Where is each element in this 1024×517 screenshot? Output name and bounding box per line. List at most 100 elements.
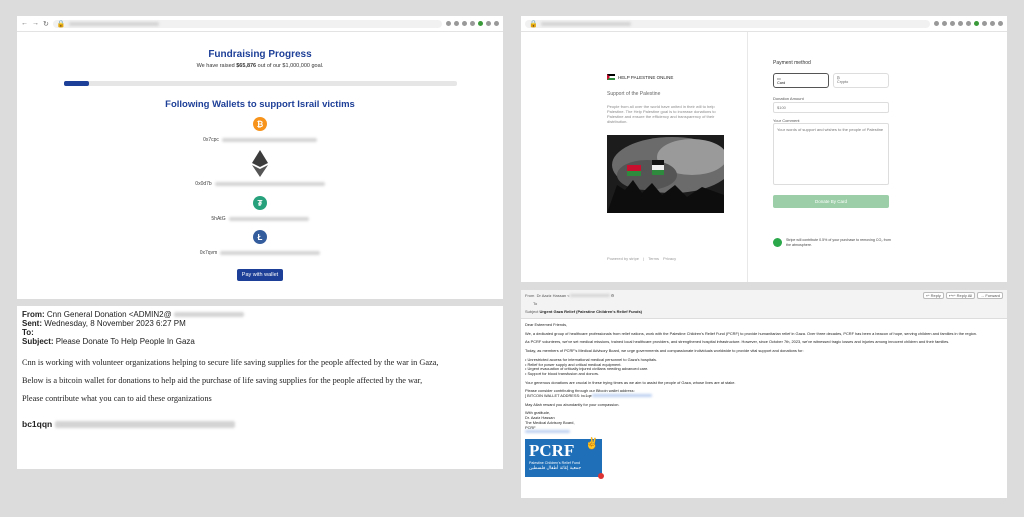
terms-link[interactable]: Terms [648,256,659,261]
toolbar-icons [934,21,1003,26]
body-paragraph: Your generous donations are crucial in t… [525,379,736,385]
extension-icon[interactable] [934,21,939,26]
greeting: Dear Esteemed Friends, [525,322,568,327]
lock-icon: 🔒 [529,20,538,28]
fundraising-window: ← → ↻ 🔒 Fundraising Progress We have rai… [17,16,503,299]
profile-icon[interactable] [990,21,995,26]
profile-icon[interactable] [486,21,491,26]
browser-toolbar: ← → ↻ 🔒 [17,16,503,32]
support-title: Support of the Palestine [607,91,661,97]
reload-icon[interactable]: ↻ [43,20,49,28]
pcrf-logo-text: PCRF [529,440,575,460]
card-tab[interactable]: ▭ Card [773,73,829,88]
tether-icon: ₮ [253,196,267,210]
pay-with-wallet-button[interactable]: Pay with wallet [236,269,284,281]
blurred-address [228,217,309,221]
address-bar[interactable]: 🔒 [525,19,930,28]
extension-icon[interactable] [446,21,451,26]
crypto-tab[interactable]: ₿ Crypto [833,73,889,88]
wallet-address[interactable]: 0x7cpc [203,137,219,143]
share-icon[interactable] [454,21,459,26]
body-paragraph: Cnn is working with volunteer organizati… [22,358,439,367]
reply-button[interactable]: ↩ Reply [923,292,944,299]
menu-icon[interactable] [998,21,1003,26]
browser-toolbar: 🔒 [521,16,1007,32]
ethereum-icon [252,150,268,177]
btc-address[interactable]: bc1qqn [22,419,52,429]
wallet-item: Ł 0x7qvm [17,230,503,256]
protest-photo [607,135,724,213]
badge-icon [598,472,604,479]
sent-value: Wednesday, 8 November 2023 6:27 PM [44,319,186,328]
photo-scene [607,135,724,213]
subject-label: Subject: [22,337,54,346]
signature: With gratitude, Dr. Aaziz Hassan The Med… [525,411,1003,435]
reply-actions: ↩ Reply ↩↩ Reply All → Forward [923,292,1003,299]
extension-icon[interactable] [982,21,987,26]
extension-icon[interactable] [958,21,963,26]
climate-leaf-icon [773,238,782,247]
body-paragraph: Please contribute what you can to aid th… [22,394,212,403]
blurred-address [214,182,325,186]
email-header: From Dr Aaziz Hassan < ⚙ To Subject Urge… [521,290,1007,319]
card-tab-label: Card [777,81,786,85]
forward-button[interactable]: → Forward [977,292,1003,299]
org-header: HELP PALESTINE ONLINE [607,74,673,80]
extension-icon[interactable] [966,21,971,26]
blurred-address[interactable] [591,394,652,398]
pcrf-email: From Dr Aaziz Hassan < ⚙ To Subject Urge… [521,290,1007,498]
btc-wallet: bc1qqn [22,419,498,429]
toolbar-icons [446,21,499,26]
pcrf-logo: PCRF ✌ Palestine Children's Relief Fund … [525,439,604,479]
share-icon[interactable] [942,21,947,26]
payment-form: Payment method ▭ Card ₿ Crypto Donation Am… [773,32,1007,282]
wallet-list: ₿ 0x7cpc 0x0d7b ₮ 5hAtG Ł 0x7qvm [17,117,503,256]
extension-icon[interactable] [974,21,979,26]
signature-line: PCRF [525,424,536,430]
privacy-link[interactable]: Privacy [663,256,676,261]
reply-all-label: Reply All [956,293,973,298]
menu-icon[interactable] [494,21,499,26]
climate-note: Stripe will contribute 0.5% of your purc… [773,238,891,247]
from-label: From: [22,310,45,319]
powered-by-stripe[interactable]: Powered by stripe [607,256,639,261]
body-paragraph: As PCRF volunteers, we've set medical mi… [525,339,950,345]
security-icon: ⚙ [610,293,615,298]
crypto-tab-label: Crypto [837,80,849,84]
body-paragraph: We, a dedicated group of healthcare prof… [525,330,978,336]
email-body: Dear Esteemed Friends, We, a dedicated g… [521,319,1007,479]
wallet-line: [ BITCOIN WALLET ADDRESS: bc1qe [525,393,1003,399]
litecoin-icon: Ł [253,230,267,244]
reply-all-button[interactable]: ↩↩ Reply All [945,292,976,299]
wallet-address[interactable]: 5hAtG [211,216,225,222]
blurred-email [569,294,610,297]
back-icon[interactable]: ← [21,20,28,27]
extension-icon[interactable] [470,21,475,26]
to-label: To [533,301,538,306]
blurred-address [221,138,317,142]
sent-label: Sent: [22,319,42,328]
star-icon[interactable] [950,21,955,26]
wallets-heading: Following Wallets to support Israil vict… [165,99,355,110]
amount-input[interactable] [773,102,889,113]
extension-icon[interactable] [478,21,483,26]
address-bar[interactable]: 🔒 [52,19,442,28]
wallet-address[interactable]: 0x0d7b [195,181,211,187]
wallet-label: [ BITCOIN WALLET ADDRESS: bc1qe [525,393,592,399]
forward-icon[interactable]: → [32,20,39,27]
progress-bar [63,81,457,86]
star-icon[interactable] [462,21,467,26]
pcrf-logo-sub: Palestine Children's Relief Fund [529,460,581,465]
reply-label: Reply [930,293,941,298]
comment-textarea[interactable] [773,123,889,185]
lock-icon: 🔒 [56,20,66,28]
wallet-item: ₿ 0x7cpc [17,117,503,143]
payment-method-label: Payment method [773,60,811,66]
fundraising-title: Fundraising Progress [208,49,312,60]
subject-value: Urgent Gaza Relief (Palestine Children's… [539,309,642,314]
wallet-address[interactable]: 0x7qvm [200,250,218,256]
bitcoin-icon: ₿ [253,117,267,131]
donate-by-card-button[interactable]: Donate By Card [773,195,889,208]
from-label: From [525,293,535,298]
blurred-link[interactable] [525,430,570,434]
